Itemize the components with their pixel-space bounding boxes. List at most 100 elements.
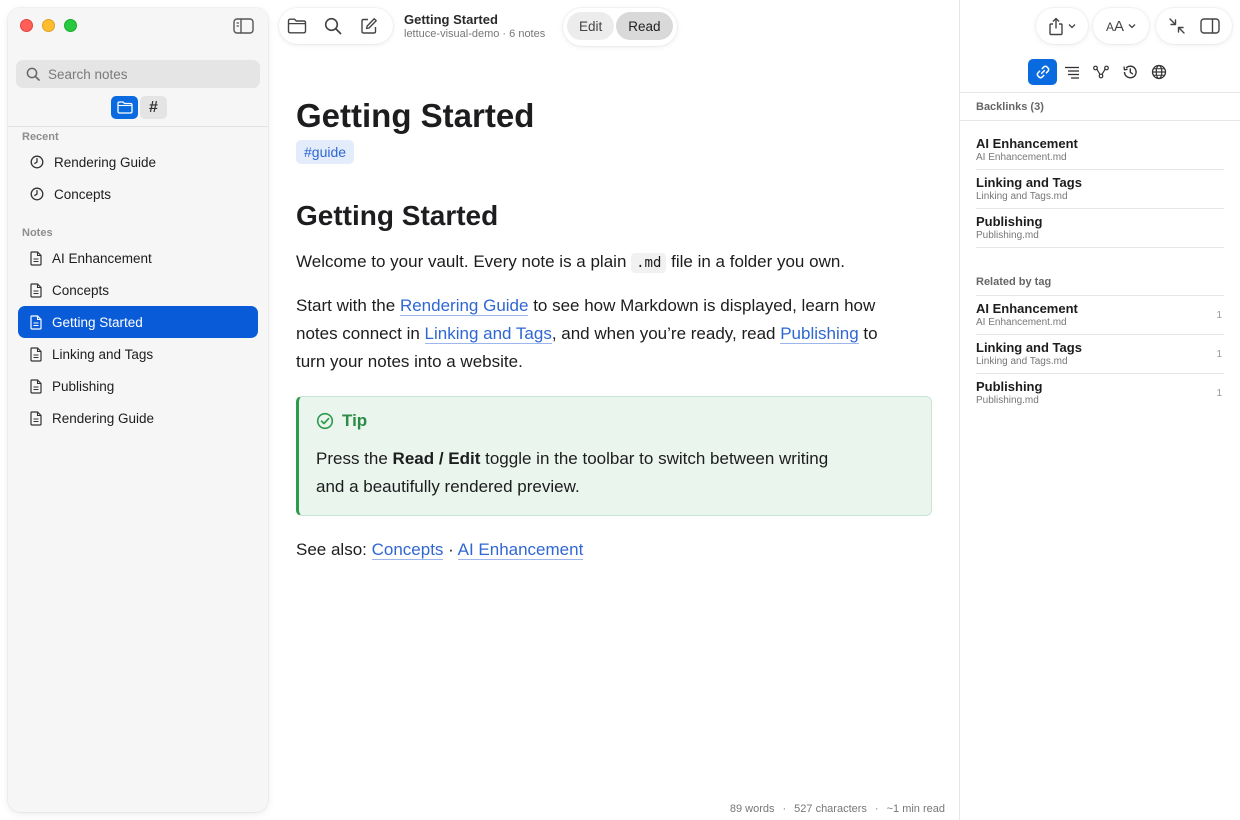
related-item[interactable]: Linking and Tags Linking and Tags.md 1	[976, 335, 1224, 374]
inspector-panel: AA Backlinks (3) AI Enhancement AI Enhan…	[959, 0, 1240, 820]
document-title: Getting Started	[404, 12, 498, 27]
note-item-concepts[interactable]: Concepts	[18, 274, 258, 306]
tab-publish[interactable]	[1144, 59, 1173, 85]
font-size-small-a: A	[1105, 19, 1114, 34]
collapse-arrows-icon[interactable]	[1168, 17, 1186, 35]
backlink-item[interactable]: Linking and Tags Linking and Tags.md	[976, 170, 1224, 209]
note-item-rendering-guide[interactable]: Rendering Guide	[18, 402, 258, 434]
view-controls	[1156, 8, 1232, 44]
section-heading: Getting Started	[296, 200, 499, 231]
text-run: , and when you’re ready, read	[551, 324, 781, 343]
link-publishing[interactable]: Publishing	[780, 324, 859, 344]
check-circle-icon	[316, 412, 334, 430]
see-also-line: See also: Concepts · AI Enhancement	[296, 536, 936, 564]
font-size-button[interactable]: AA	[1093, 8, 1149, 44]
inspector-toggle-icon[interactable]	[1200, 18, 1220, 34]
backlink-file: AI Enhancement.md	[976, 152, 1067, 163]
document-icon	[30, 346, 42, 362]
document-icon	[30, 410, 42, 426]
related-count: 1	[1216, 388, 1222, 399]
text-run: Press the	[316, 449, 393, 468]
note-item-getting-started[interactable]: Getting Started	[18, 306, 258, 338]
document-icon	[30, 378, 42, 394]
folder-view-button[interactable]	[111, 96, 138, 119]
share-button[interactable]	[1036, 8, 1088, 44]
folder-icon	[287, 18, 307, 34]
backlink-title: AI Enhancement	[976, 136, 1078, 151]
note-item-label: Publishing	[52, 378, 115, 394]
sidebar-divider	[8, 126, 268, 127]
zoom-window-button[interactable]	[64, 19, 77, 32]
related-label: Related by tag	[976, 276, 1052, 288]
document-icon	[30, 282, 42, 298]
related-title: Publishing	[976, 379, 1043, 394]
document-heading: Getting Started	[296, 97, 535, 134]
character-count: 527 characters	[794, 803, 867, 815]
bold-text: Read / Edit	[392, 449, 481, 468]
status-separator: ·	[782, 803, 787, 815]
link-linking-and-tags[interactable]: Linking and Tags	[424, 324, 552, 344]
edit-mode-button[interactable]: Edit	[567, 12, 615, 40]
backlink-file: Publishing.md	[976, 230, 1039, 241]
link-concepts[interactable]: Concepts	[371, 540, 444, 560]
read-time: ~1 min read	[886, 803, 945, 815]
text-run: See also:	[296, 540, 372, 559]
backlink-item[interactable]: AI Enhancement AI Enhancement.md	[976, 131, 1224, 170]
search-icon	[324, 17, 342, 35]
read-mode-button[interactable]: Read	[616, 12, 673, 40]
backlinks-label: Backlinks (3)	[976, 101, 1044, 113]
close-window-button[interactable]	[20, 19, 33, 32]
link-icon	[1036, 65, 1049, 79]
document-icon	[30, 314, 42, 330]
sidebar-toggle-icon[interactable]	[233, 18, 255, 34]
recent-item-rendering-guide[interactable]: Rendering Guide	[18, 146, 258, 178]
text-run: ·	[443, 540, 458, 559]
text-run: file in a folder you own.	[666, 252, 846, 271]
sidebar-mode-switch: #	[111, 96, 167, 119]
inline-code: .md	[631, 253, 667, 273]
tag-chip[interactable]: #guide	[296, 140, 355, 164]
note-item-publishing[interactable]: Publishing	[18, 370, 258, 402]
inspector-divider	[960, 92, 1240, 93]
notes-section-label: Notes	[22, 227, 53, 239]
font-size-large-a: A	[1114, 17, 1125, 35]
note-item-linking-and-tags[interactable]: Linking and Tags	[18, 338, 258, 370]
link-rendering-guide[interactable]: Rendering Guide	[399, 296, 529, 316]
note-item-label: Getting Started	[52, 314, 143, 330]
tip-callout: Tip Press the Read / Edit toggle in the …	[296, 396, 932, 516]
related-count: 1	[1216, 310, 1222, 321]
backlink-title: Linking and Tags	[976, 175, 1082, 190]
open-folder-button[interactable]	[279, 8, 315, 44]
note-item-label: Linking and Tags	[52, 346, 154, 362]
status-separator: ·	[874, 803, 879, 815]
document-content: Getting Started #guide Getting Started W…	[296, 96, 936, 564]
minimize-window-button[interactable]	[42, 19, 55, 32]
backlink-item[interactable]: Publishing Publishing.md	[976, 209, 1224, 248]
related-item[interactable]: AI Enhancement AI Enhancement.md 1	[976, 296, 1224, 335]
tab-history[interactable]	[1115, 59, 1144, 85]
chevron-down-icon	[1068, 24, 1076, 29]
recent-item-concepts[interactable]: Concepts	[18, 178, 258, 210]
status-bar: 89 words · 527 characters · ~1 min read	[730, 803, 945, 815]
note-item-label: Rendering Guide	[52, 410, 155, 426]
document-icon	[30, 250, 42, 266]
tip-body: Press the Read / Edit toggle in the tool…	[316, 445, 846, 501]
search-button[interactable]	[315, 8, 351, 44]
globe-icon	[1151, 64, 1166, 80]
link-ai-enhancement[interactable]: AI Enhancement	[457, 540, 584, 560]
tab-outline[interactable]	[1057, 59, 1086, 85]
compose-icon	[361, 18, 377, 34]
tab-graph[interactable]	[1086, 59, 1115, 85]
tab-links[interactable]	[1028, 59, 1057, 85]
new-note-button[interactable]	[351, 8, 387, 44]
related-file: Linking and Tags.md	[976, 356, 1068, 367]
search-input[interactable]	[48, 66, 238, 82]
text-run: Welcome to your vault. Every note is a p…	[296, 252, 632, 271]
search-field[interactable]	[16, 60, 260, 88]
related-item[interactable]: Publishing Publishing.md 1	[976, 374, 1224, 413]
tag-view-button[interactable]: #	[140, 96, 167, 119]
related-title: AI Enhancement	[976, 301, 1078, 316]
note-item-ai-enhancement[interactable]: AI Enhancement	[18, 242, 258, 274]
clock-icon	[30, 155, 44, 169]
font-size-label: AA	[1106, 18, 1124, 35]
